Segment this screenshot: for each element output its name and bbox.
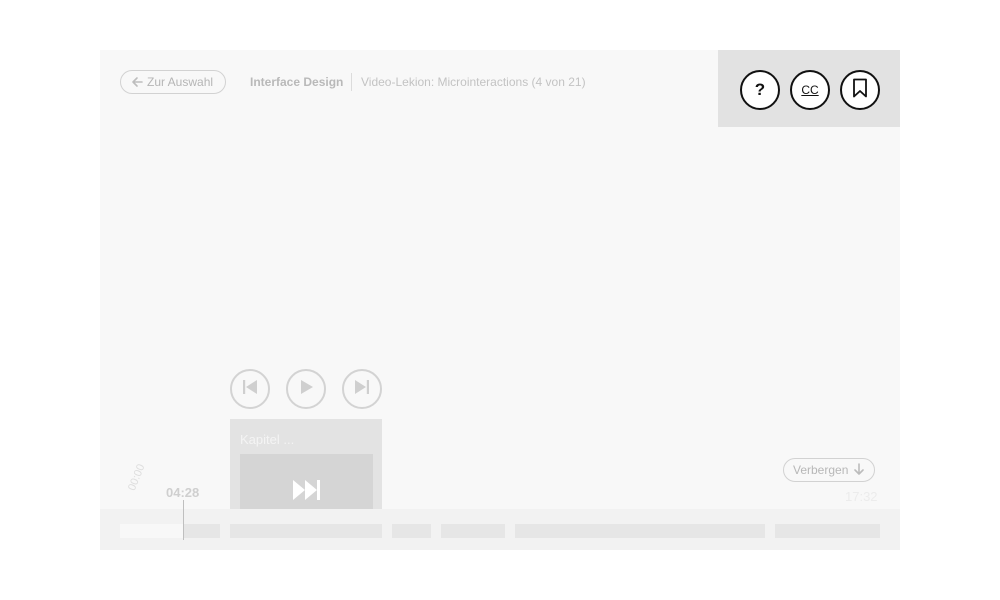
help-label: ?: [754, 80, 766, 99]
skip-next-icon: [352, 377, 372, 402]
play-button[interactable]: [286, 369, 326, 409]
bookmark-button[interactable]: [840, 70, 880, 110]
title-divider: [351, 73, 352, 91]
chapter-label: Kapitel ...: [240, 432, 295, 447]
next-button[interactable]: [342, 369, 382, 409]
hide-controls-button[interactable]: Verbergen: [783, 458, 876, 482]
skip-previous-icon: [240, 377, 260, 402]
time-current: 04:28: [166, 485, 200, 500]
cc-label: CC: [801, 83, 819, 97]
arrow-left-icon: [131, 76, 143, 88]
timeline-segment[interactable]: [230, 524, 382, 538]
bookmark-icon: [852, 78, 868, 103]
previous-button[interactable]: [230, 369, 270, 409]
hide-label: Verbergen: [793, 463, 849, 477]
closed-captions-button[interactable]: CC: [790, 70, 830, 110]
play-icon: [296, 377, 316, 402]
timeline-segment[interactable]: [183, 524, 220, 538]
timeline-segment[interactable]: [775, 524, 880, 538]
back-to-selection-button[interactable]: Zur Auswahl: [120, 70, 227, 94]
course-title: Interface Design: [250, 75, 344, 89]
fast-forward-icon: [292, 479, 322, 506]
timeline-segment[interactable]: [392, 524, 431, 538]
lesson-title: Video-Lekion: Microinteractions (4 von 2…: [361, 75, 586, 89]
back-label: Zur Auswahl: [147, 75, 214, 89]
time-total: 17:32: [845, 489, 878, 504]
timeline-segment[interactable]: [441, 524, 505, 538]
video-player: Zur Auswahl Interface Design Video-Lekio…: [100, 50, 900, 550]
help-button[interactable]: ?: [740, 70, 780, 110]
tools-panel: ? CC: [718, 50, 900, 127]
timeline-segment[interactable]: [120, 524, 183, 538]
arrow-down-icon: [853, 462, 865, 478]
timeline-segment[interactable]: [515, 524, 765, 538]
time-start: 00:00: [126, 462, 148, 493]
playhead[interactable]: [183, 500, 184, 540]
timeline[interactable]: [100, 509, 900, 550]
